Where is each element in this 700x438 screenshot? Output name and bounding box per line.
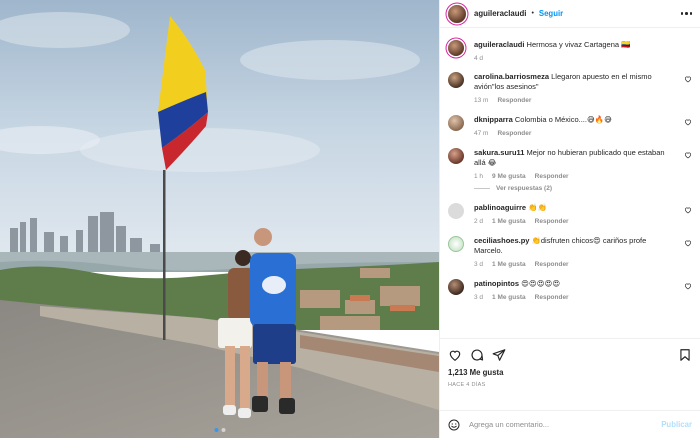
publish-button[interactable]: Publicar [661,420,692,429]
comment-text: carolina.barriosmeza Llegaron apuesto en… [474,72,674,92]
carousel-dot-active [214,428,218,432]
view-replies-button[interactable]: Ver respuestas (2) [474,185,674,192]
instagram-post: aguileraclaudi • Seguir aguileraclaudi H… [0,0,700,438]
reply-button[interactable]: Responder [535,218,569,225]
comment-icon[interactable] [470,348,484,362]
separator-dot: • [531,10,534,17]
caption-content: Hermosa y vivaz Cartagena 🇨🇴 [526,40,631,49]
share-icon[interactable] [492,348,506,362]
comment-meta: 13 m Responder [474,97,674,104]
action-bar [448,347,692,363]
comment-likes[interactable]: 9 Me gusta [492,173,526,180]
comment-time[interactable]: 1 h [474,173,483,180]
heart-icon[interactable] [684,239,692,247]
avatar[interactable] [448,236,464,252]
comment-item: ceciliashoes.py 👏disfruten chicos😍 cariñ… [448,236,692,268]
comment-body: ceciliashoes.py 👏disfruten chicos😍 cariñ… [474,236,692,268]
reply-button[interactable]: Responder [497,97,531,104]
reply-button[interactable]: Responder [535,294,569,301]
comment-content: Colombia o México....😅🔥😅 [514,115,612,124]
caption-meta: 4 d [474,55,674,62]
caption-time: 4 d [474,55,484,62]
more-icon[interactable] [680,12,692,15]
post-photo[interactable] [0,0,439,438]
comment-likes[interactable]: 1 Me gusta [492,218,526,225]
comment-body: pablinoaguirre 👏👏 2 d 1 Me gusta Respond… [474,203,692,225]
heart-icon[interactable] [684,206,692,214]
avatar[interactable] [448,72,464,88]
comments-list[interactable]: aguileraclaudi Hermosa y vivaz Cartagena… [440,28,700,338]
comment-meta: 1 h 9 Me gusta Responder [474,173,674,180]
comment-likes[interactable]: 1 Me gusta [492,261,526,268]
replies-divider [474,188,490,189]
comment-username[interactable]: dknipparra [474,115,513,124]
post-date: HACE 4 DÍAS [448,382,486,388]
post-side-panel: aguileraclaudi • Seguir aguileraclaudi H… [439,0,700,438]
follow-button[interactable]: Seguir [539,9,563,18]
comment-content: 😍😍😍😍😍 [521,279,561,288]
comment-text: pablinoaguirre 👏👏 [474,203,674,213]
comment-time[interactable]: 3 d [474,294,483,301]
reply-button[interactable]: Responder [497,130,531,137]
avatar[interactable] [448,115,464,131]
comment-content: 👏👏 [528,203,547,212]
avatar[interactable] [448,148,464,164]
caption-text: aguileraclaudi Hermosa y vivaz Cartagena… [474,40,674,50]
view-replies-label[interactable]: Ver respuestas (2) [496,185,552,192]
comment-text: patinopintos 😍😍😍😍😍 [474,279,674,289]
comment-username[interactable]: carolina.barriosmeza [474,72,549,81]
emoji-icon[interactable] [448,419,460,431]
comment-input[interactable] [469,420,662,429]
comment-text: ceciliashoes.py 👏disfruten chicos😍 cariñ… [474,236,674,256]
comment-body: sakura.suru11 Mejor no hubieran publicad… [474,148,692,192]
comment-meta: 3 d 1 Me gusta Responder [474,294,674,301]
comment-item: carolina.barriosmeza Llegaron apuesto en… [448,72,692,104]
avatar[interactable] [448,279,464,295]
comment-text: dknipparra Colombia o México....😅🔥😅 [474,115,674,125]
comment-username[interactable]: sakura.suru11 [474,148,524,157]
post-header: aguileraclaudi • Seguir [440,0,700,28]
likes-count[interactable]: 1,213 Me gusta [448,368,692,377]
reply-button[interactable]: Responder [535,261,569,268]
comment-likes[interactable]: 1 Me gusta [492,294,526,301]
comment-item: pablinoaguirre 👏👏 2 d 1 Me gusta Respond… [448,203,692,225]
carousel-dots [214,428,225,432]
comment-text: sakura.suru11 Mejor no hubieran publicad… [474,148,674,168]
add-comment-bar: Publicar [440,410,700,438]
post-actions: 1,213 Me gusta HACE 4 DÍAS [440,338,700,410]
heart-icon[interactable] [684,151,692,159]
comment-body: carolina.barriosmeza Llegaron apuesto en… [474,72,692,104]
bookmark-icon[interactable] [678,348,692,362]
comment-item: patinopintos 😍😍😍😍😍 3 d 1 Me gusta Respon… [448,279,692,301]
avatar[interactable] [448,203,464,219]
avatar[interactable] [448,40,464,56]
comment-username[interactable]: ceciliashoes.py [474,236,529,245]
comment-meta: 2 d 1 Me gusta Responder [474,218,674,225]
heart-icon[interactable] [684,282,692,290]
comment-meta: 3 d 1 Me gusta Responder [474,261,674,268]
heart-icon[interactable] [684,118,692,126]
caption-body: aguileraclaudi Hermosa y vivaz Cartagena… [474,40,692,62]
comment-time[interactable]: 47 m [474,130,488,137]
caption-username[interactable]: aguileraclaudi [474,40,524,49]
comment-meta: 47 m Responder [474,130,674,137]
heart-icon[interactable] [448,348,462,362]
post-username[interactable]: aguileraclaudi [474,9,526,18]
comment-time[interactable]: 13 m [474,97,488,104]
comment-time[interactable]: 3 d [474,261,483,268]
comment-time[interactable]: 2 d [474,218,483,225]
avatar[interactable] [448,4,466,23]
comment-username[interactable]: pablinoaguirre [474,203,526,212]
heart-icon[interactable] [684,75,692,83]
comment-item: sakura.suru11 Mejor no hubieran publicad… [448,148,692,192]
post-caption: aguileraclaudi Hermosa y vivaz Cartagena… [448,40,692,62]
comment-body: dknipparra Colombia o México....😅🔥😅 47 m… [474,115,692,137]
reply-button[interactable]: Responder [535,173,569,180]
comment-username[interactable]: patinopintos [474,279,519,288]
comment-body: patinopintos 😍😍😍😍😍 3 d 1 Me gusta Respon… [474,279,692,301]
comment-item: dknipparra Colombia o México....😅🔥😅 47 m… [448,115,692,137]
photo-cartagena [0,0,439,438]
carousel-dot [221,428,225,432]
